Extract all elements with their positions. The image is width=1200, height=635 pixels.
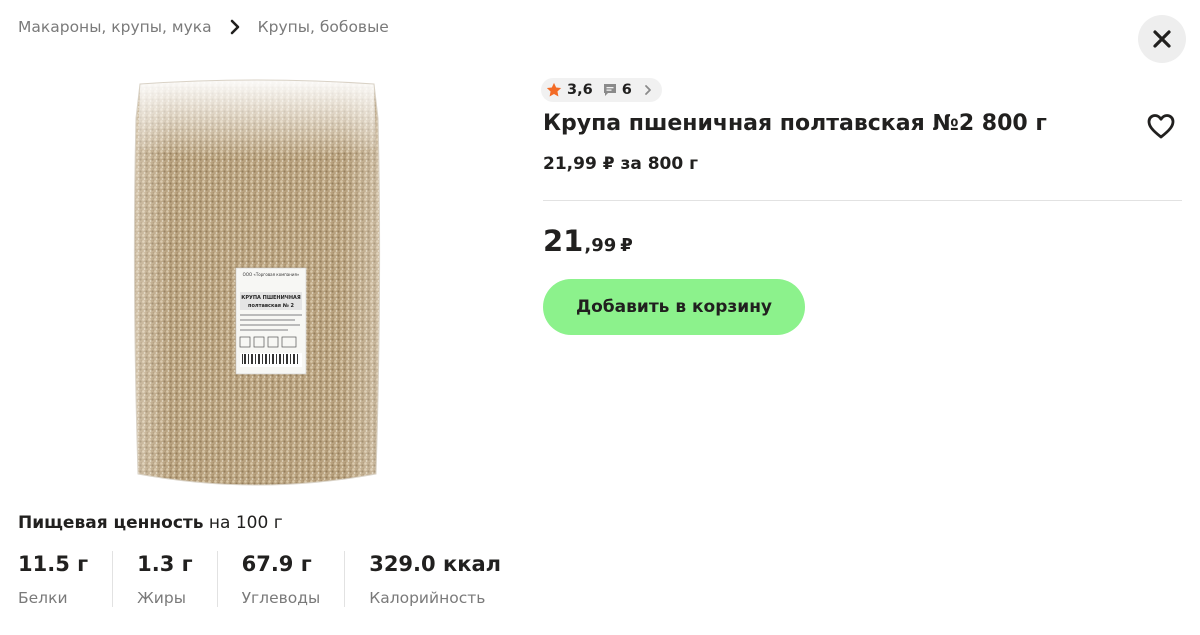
chevron-right-icon	[632, 84, 654, 96]
product-image: ООО «Торговая компания» КРУПА ПШЕНИЧНАЯ …	[130, 78, 384, 492]
breadcrumb-item-groats-legumes[interactable]: Крупы, бобовые	[258, 18, 389, 36]
divider	[543, 200, 1182, 201]
product-title: Крупа пшеничная полтавская №2 800 г	[543, 111, 1047, 136]
nutrition-heading: Пищевая ценность на 100 г	[18, 513, 283, 533]
package-label: ООО «Торговая компания» КРУПА ПШЕНИЧНАЯ …	[235, 267, 307, 375]
nutrition-facts: 11.5 г Белки 1.3 г Жиры 67.9 г Углеводы …	[18, 551, 525, 607]
rating-reviews-link[interactable]: 3,6 6	[541, 78, 662, 102]
nutrient-value: 11.5 г	[18, 552, 89, 576]
nutrient-carbs: 67.9 г Углеводы	[216, 551, 345, 607]
breadcrumb: Макароны, крупы, мука Крупы, бобовые	[18, 17, 389, 37]
rating-value: 3,6	[567, 82, 593, 98]
nutrient-value: 329.0 ккал	[369, 552, 501, 576]
favorite-button[interactable]	[1146, 112, 1176, 140]
comment-icon	[593, 82, 622, 98]
price-integer: 21	[543, 224, 584, 258]
nutrient-fat: 1.3 г Жиры	[112, 551, 216, 607]
close-button[interactable]	[1138, 15, 1186, 63]
star-icon	[545, 81, 567, 99]
nutrient-label: Калорийность	[369, 589, 486, 607]
add-to-cart-button[interactable]: Добавить в корзину	[543, 279, 805, 335]
nutrient-value: 1.3 г	[137, 552, 193, 576]
chevron-right-icon	[224, 17, 246, 37]
unit-price: 21,99 ₽ за 800 г	[543, 154, 698, 174]
breadcrumb-item-pasta-groats-flour[interactable]: Макароны, крупы, мука	[18, 18, 212, 36]
heart-icon	[1146, 112, 1176, 140]
nutrition-heading-unit: на 100 г	[203, 513, 283, 533]
nutrient-label: Жиры	[137, 589, 186, 607]
reviews-count: 6	[621, 82, 632, 98]
nutrient-protein: 11.5 г Белки	[18, 551, 112, 607]
product-price: 21 ,99 ₽	[543, 224, 633, 258]
svg-text:ООО «Торговая компания»: ООО «Торговая компания»	[243, 272, 300, 277]
nutrient-label: Углеводы	[241, 589, 321, 607]
price-fraction: ,99	[584, 235, 617, 256]
svg-text:полтавская № 2: полтавская № 2	[248, 303, 294, 309]
nutrition-heading-bold: Пищевая ценность	[18, 513, 204, 533]
close-icon	[1152, 29, 1172, 49]
nutrient-label: Белки	[18, 589, 68, 607]
nutrient-value: 67.9 г	[241, 552, 312, 576]
price-currency: ₽	[620, 235, 633, 256]
nutrient-calories: 329.0 ккал Калорийность	[344, 551, 525, 607]
svg-text:КРУПА ПШЕНИЧНАЯ: КРУПА ПШЕНИЧНАЯ	[241, 295, 301, 301]
